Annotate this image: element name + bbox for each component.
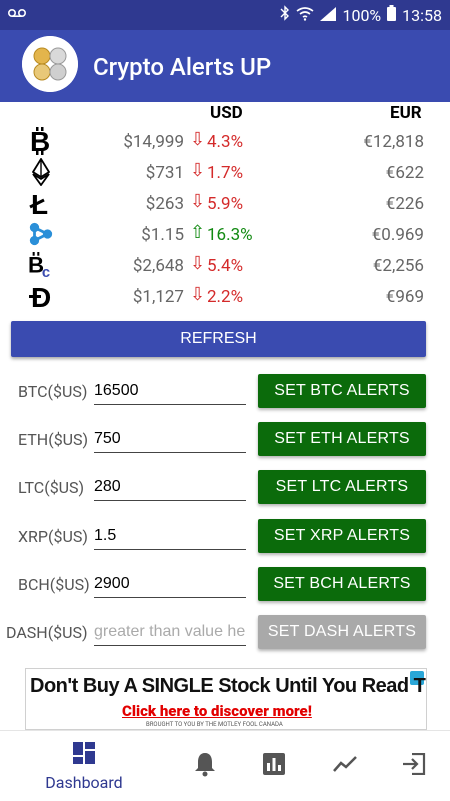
alert-label: XRP($US) [18, 527, 88, 546]
percent-change: 4.3% [207, 132, 244, 152]
percent-change: 5.4% [207, 256, 244, 276]
set-btc-alerts-button[interactable]: SET BTC ALERTS [258, 374, 426, 408]
set-eth-alerts-button[interactable]: SET ETH ALERTS [258, 422, 426, 456]
nav-charts[interactable] [254, 731, 294, 801]
alert-label: DASH($US) [6, 623, 88, 642]
nav-trends[interactable] [325, 731, 365, 801]
svg-text:c: c [42, 265, 50, 279]
wifi-icon [296, 6, 314, 25]
status-bar: 100% 13:58 [0, 0, 450, 30]
alert-row-dash: DASH($US) SET DASH ALERTS [0, 615, 450, 655]
ad-banner[interactable]: Don't Buy A SINGLE Stock Until You Read … [25, 668, 427, 730]
alert-row-btc: BTC($US) SET BTC ALERTS [0, 374, 450, 414]
bar-chart-icon [263, 753, 285, 779]
alert-row-ltc: LTC($US) SET LTC ALERTS [0, 470, 450, 510]
ethereum-icon [28, 158, 54, 186]
alert-label: BTC($US) [18, 382, 88, 401]
exit-icon [402, 752, 426, 779]
usd-price: $2,648 [132, 256, 184, 276]
alert-label: ETH($US) [18, 430, 89, 449]
price-row-bch: Bc $2,648 ⇩ 5.4% €2,256 [0, 250, 450, 281]
price-row-eth: $731 ⇩ 1.7% €622 [0, 157, 450, 188]
percent-change: 5.9% [207, 194, 244, 214]
ltc-alert-input[interactable] [94, 474, 246, 501]
price-row-xrp: $1.15 ⇧ 16.3% €0.969 [0, 219, 450, 250]
alert-label: BCH($US) [18, 575, 90, 594]
ripple-icon [28, 221, 54, 247]
set-dash-alerts-button[interactable]: SET DASH ALERTS [258, 615, 426, 649]
nav-exit[interactable] [394, 731, 434, 801]
percent-change: 16.3% [207, 225, 253, 245]
eur-price: €2,256 [372, 256, 424, 276]
trend-line-icon [333, 755, 357, 777]
nav-dashboard[interactable]: Dashboard [34, 731, 134, 801]
price-row-ltc: L $263 ⇩ 5.9% €226 [0, 188, 450, 219]
voicemail-icon [7, 6, 27, 22]
xrp-alert-input[interactable] [94, 523, 246, 550]
nav-dashboard-label: Dashboard [45, 772, 123, 792]
down-arrow-icon: ⇩ [190, 129, 206, 150]
alert-label: LTC($US) [18, 478, 85, 497]
price-row-btc: B $14,999 ⇩ 4.3% €12,818 [0, 126, 450, 157]
usd-price: $1,127 [132, 287, 184, 307]
app-title: Crypto Alerts UP [93, 53, 272, 81]
ad-cta-link[interactable]: Click here to discover more! [122, 702, 312, 720]
battery-level: 100% [342, 5, 382, 25]
percent-change: 2.2% [207, 287, 244, 307]
litecoin-icon: L [28, 189, 54, 217]
bottom-navigation: Dashboard [0, 730, 450, 801]
ad-headline: Don't Buy A SINGLE Stock Until You Read … [30, 675, 427, 697]
set-bch-alerts-button[interactable]: SET BCH ALERTS [258, 567, 426, 601]
battery-icon [387, 5, 397, 25]
bluetooth-icon [280, 5, 290, 25]
alert-row-bch: BCH($US) SET BCH ALERTS [0, 567, 450, 607]
refresh-button[interactable]: REFRESH [11, 321, 426, 357]
bitcoin-icon: B [28, 127, 54, 155]
alert-row-eth: ETH($US) SET ETH ALERTS [0, 422, 450, 462]
eur-price: €12,818 [363, 132, 424, 152]
usd-header: USD [210, 103, 243, 123]
ad-sponsor-text: BROUGHT TO YOU BY THE MOTLEY FOOL CANADA [146, 721, 283, 728]
eur-price: €226 [385, 194, 424, 214]
signal-icon [320, 6, 337, 25]
clock: 13:58 [402, 5, 442, 25]
percent-change: 1.7% [207, 163, 244, 183]
usd-price: $1.15 [141, 225, 184, 245]
nav-alerts[interactable] [185, 731, 225, 801]
eur-price: €0.969 [371, 225, 424, 245]
usd-price: $263 [145, 194, 184, 214]
eur-header: EUR [390, 103, 422, 123]
up-arrow-icon: ⇧ [190, 222, 206, 243]
eur-price: €969 [385, 287, 424, 307]
eur-price: €622 [385, 163, 424, 183]
set-ltc-alerts-button[interactable]: SET LTC ALERTS [258, 470, 426, 504]
usd-price: $731 [145, 163, 184, 183]
btc-alert-input[interactable] [94, 378, 246, 405]
dash-alert-input[interactable] [94, 619, 246, 646]
dash-icon: D [28, 282, 54, 310]
set-xrp-alerts-button[interactable]: SET XRP ALERTS [258, 519, 426, 553]
bell-icon [194, 751, 216, 781]
price-row-dash: D $1,127 ⇩ 2.2% €969 [0, 281, 450, 312]
bch-alert-input[interactable] [94, 571, 246, 598]
dashboard-icon [72, 741, 96, 769]
down-arrow-icon: ⇩ [190, 284, 206, 305]
down-arrow-icon: ⇩ [190, 253, 206, 274]
svg-text:B: B [30, 127, 50, 155]
down-arrow-icon: ⇩ [190, 191, 206, 212]
app-logo-icon [22, 36, 78, 92]
alert-row-xrp: XRP($US) SET XRP ALERTS [0, 519, 450, 559]
down-arrow-icon: ⇩ [190, 160, 206, 181]
eth-alert-input[interactable] [94, 426, 246, 453]
usd-price: $14,999 [123, 132, 184, 152]
bitcoin-cash-icon: Bc [28, 252, 54, 279]
